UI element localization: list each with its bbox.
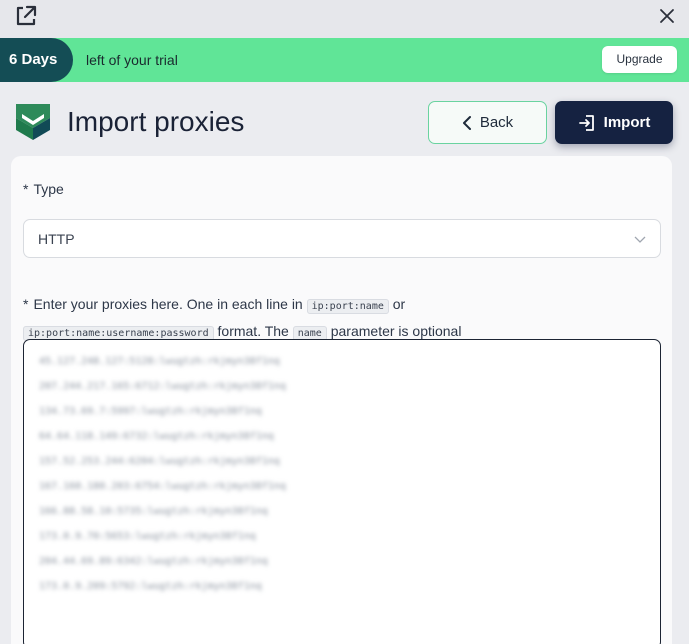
close-icon[interactable] xyxy=(658,7,676,25)
hint-middle: format. The xyxy=(217,323,289,339)
upgrade-button[interactable]: Upgrade xyxy=(602,46,677,73)
trial-text: left of your trial xyxy=(86,52,178,68)
proxy-line: 173.0.9.70:5653:lwugtzh:rkjmyn38f1nq xyxy=(39,531,256,542)
required-marker: * xyxy=(23,296,29,312)
external-link-icon[interactable] xyxy=(13,3,39,29)
back-label: Back xyxy=(479,114,514,131)
required-marker: * xyxy=(23,181,29,197)
logo-icon xyxy=(16,104,50,140)
type-select-value: HTTP xyxy=(38,231,75,247)
chevron-left-icon xyxy=(462,115,471,130)
import-icon xyxy=(578,114,594,131)
proxy-line: 45.127.248.127:5128:lwugtzh:rkjmyn38f1nq xyxy=(39,356,280,367)
hint-text: Enter your proxies here. One in each lin… xyxy=(33,296,303,312)
window-topbar xyxy=(0,0,689,38)
type-label: * Type xyxy=(23,181,64,197)
hint-or: or xyxy=(392,296,406,312)
import-button[interactable]: Import xyxy=(555,101,673,144)
proxy-line: 167.160.180.203:6754:lwugtzh:rkjmyn38f1n… xyxy=(39,481,286,492)
proxy-line: 173.0.9.209:5792:lwugtzh:rkjmyn38f1nq xyxy=(39,581,262,592)
proxy-line: 166.88.58.10:5735:lwugtzh:rkjmyn38f1nq xyxy=(39,506,268,517)
trial-banner: 6 Days left of your trial Upgrade xyxy=(0,38,689,82)
proxies-textarea[interactable]: 45.127.248.127:5128:lwugtzh:rkjmyn38f1nq… xyxy=(23,339,661,644)
back-button[interactable]: Back xyxy=(428,101,547,144)
hint-after: parameter is optional xyxy=(330,323,462,339)
proxy-line: 64.64.118.149:6732:lwugtzh:rkjmyn38f1nq xyxy=(39,431,274,442)
proxy-line: 207.244.217.165:6712:lwugtzh:rkjmyn38f1n… xyxy=(39,381,286,392)
type-select[interactable]: HTTP xyxy=(23,219,661,258)
format-code-basic: ip:port:name xyxy=(306,299,389,314)
chevron-down-icon xyxy=(634,236,646,243)
trial-days-badge: 6 Days xyxy=(0,38,73,82)
import-label: Import xyxy=(603,114,651,131)
proxy-line: 134.73.69.7:5997:lwugtzh:rkjmyn38f1nq xyxy=(39,406,262,417)
proxy-line: 204.44.69.89:6342:lwugtzh:rkjmyn38f1nq xyxy=(39,556,268,567)
proxy-lines: 45.127.248.127:5128:lwugtzh:rkjmyn38f1nq… xyxy=(39,349,286,599)
proxy-line: 157.52.253.244:6204:lwugtzh:rkjmyn38f1nq xyxy=(39,456,280,467)
proxies-hint: * Enter your proxies here. One in each li… xyxy=(23,292,663,346)
type-label-text: Type xyxy=(33,181,64,197)
page-title: Import proxies xyxy=(67,106,245,137)
